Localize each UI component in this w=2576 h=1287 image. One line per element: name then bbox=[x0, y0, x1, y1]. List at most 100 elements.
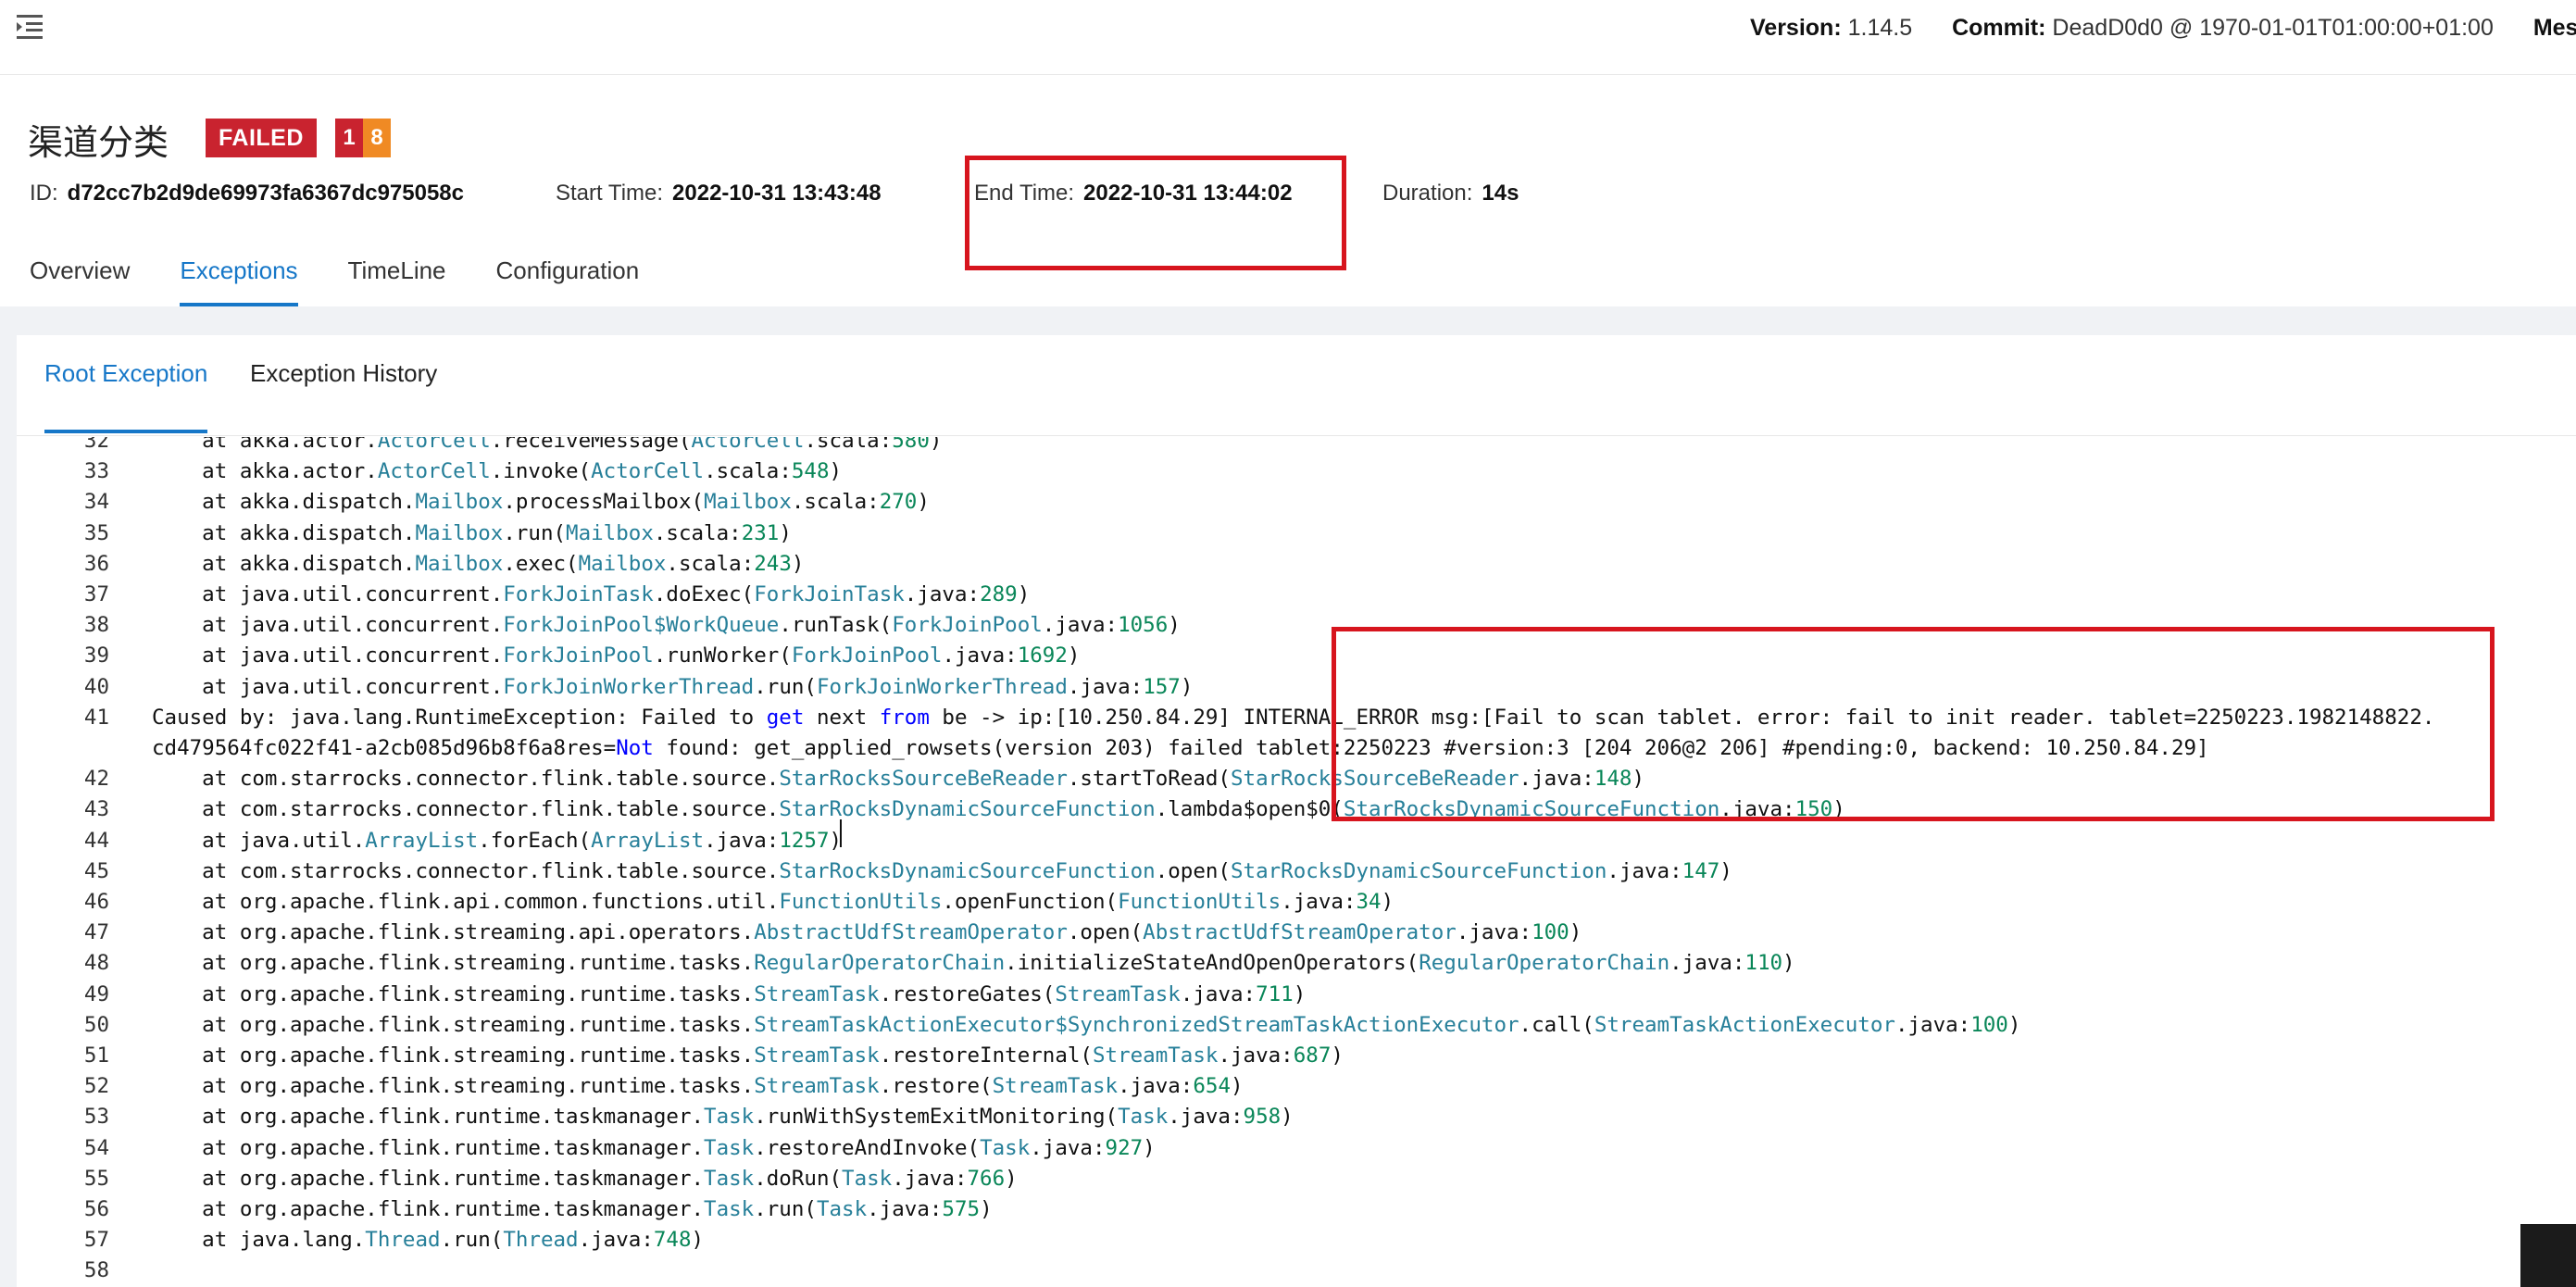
duration-label: Duration: bbox=[1382, 181, 1473, 206]
code-line: 47 at org.apache.flink.streaming.api.ope… bbox=[17, 918, 2576, 948]
code-line: 58 bbox=[17, 1256, 2576, 1286]
line-text: at org.apache.flink.runtime.taskmanager.… bbox=[152, 1197, 993, 1221]
line-number: 32 bbox=[83, 437, 109, 453]
end-time-highlight-box bbox=[965, 156, 1346, 270]
tab-root-exception[interactable]: Root Exception bbox=[44, 359, 208, 433]
id-label: ID: bbox=[30, 181, 58, 206]
code-line: 49 at org.apache.flink.streaming.runtime… bbox=[17, 980, 2576, 1010]
line-number: 58 bbox=[83, 1258, 109, 1283]
line-text: at org.apache.flink.streaming.api.operat… bbox=[152, 920, 1582, 945]
code-line: 53 at org.apache.flink.runtime.taskmanag… bbox=[17, 1102, 2576, 1132]
line-number: 35 bbox=[83, 520, 109, 545]
job-tabs: Overview Exceptions TimeLine Configurati… bbox=[30, 256, 689, 306]
line-number: 56 bbox=[83, 1197, 109, 1221]
stack-trace-editor[interactable]: 32 at akka.actor.ActorCell.receiveMessag… bbox=[17, 437, 2576, 1287]
code-line: 52 at org.apache.flink.streaming.runtime… bbox=[17, 1071, 2576, 1102]
code-line: 54 at org.apache.flink.runtime.taskmanag… bbox=[17, 1133, 2576, 1164]
line-number: 41 bbox=[83, 705, 109, 730]
line-text: at org.apache.flink.runtime.taskmanager.… bbox=[152, 1105, 1294, 1130]
line-number: 48 bbox=[83, 951, 109, 976]
text-cursor bbox=[840, 819, 842, 847]
line-number: 53 bbox=[83, 1105, 109, 1130]
failed-task-count: 1 bbox=[335, 119, 363, 157]
line-text: at org.apache.flink.runtime.taskmanager.… bbox=[152, 1166, 1018, 1191]
line-number: 45 bbox=[83, 858, 109, 883]
job-header: 渠道分类 FAILED 1 8 ID: d72cc7b2d9de69973fa63… bbox=[0, 75, 2576, 306]
code-line: 46 at org.apache.flink.api.common.functi… bbox=[17, 887, 2576, 918]
line-number: 57 bbox=[83, 1228, 109, 1253]
start-time-label: Start Time: bbox=[556, 181, 664, 206]
line-text: at org.apache.flink.streaming.runtime.ta… bbox=[152, 981, 1307, 1006]
code-line: 50 at org.apache.flink.streaming.runtime… bbox=[17, 1010, 2576, 1041]
code-line: 36 at akka.dispatch.Mailbox.exec(Mailbox… bbox=[17, 549, 2576, 580]
line-number: 44 bbox=[83, 828, 109, 853]
line-text: at akka.dispatch.Mailbox.exec(Mailbox.sc… bbox=[152, 551, 805, 576]
code-line: 35 at akka.dispatch.Mailbox.run(Mailbox.… bbox=[17, 519, 2576, 549]
line-number: 40 bbox=[83, 674, 109, 699]
line-text: at akka.dispatch.Mailbox.run(Mailbox.sca… bbox=[152, 520, 792, 545]
version-label: Version: bbox=[1750, 15, 1842, 41]
line-number: 47 bbox=[83, 920, 109, 945]
line-text: at com.starrocks.connector.flink.table.s… bbox=[152, 858, 1732, 883]
line-text: at org.apache.flink.api.common.functions… bbox=[152, 890, 1394, 914]
menu-fold-icon[interactable] bbox=[13, 9, 50, 46]
code-line: 34 at akka.dispatch.Mailbox.processMailb… bbox=[17, 487, 2576, 518]
line-text: at org.apache.flink.streaming.runtime.ta… bbox=[152, 1043, 1344, 1068]
line-number: 51 bbox=[83, 1043, 109, 1068]
code-line: 56 at org.apache.flink.runtime.taskmanag… bbox=[17, 1194, 2576, 1225]
code-line: 44 at java.util.ArrayList.forEach(ArrayL… bbox=[17, 826, 2576, 856]
message-label[interactable]: Messag bbox=[2533, 15, 2576, 41]
line-text: at java.util.concurrent.ForkJoinWorkerTh… bbox=[152, 674, 1194, 699]
line-number: 43 bbox=[83, 797, 109, 822]
tab-overview[interactable]: Overview bbox=[30, 256, 130, 306]
tab-exceptions[interactable]: Exceptions bbox=[180, 256, 298, 306]
start-time: Start Time: 2022-10-31 13:43:48 bbox=[556, 181, 882, 206]
dark-corner-overlay bbox=[2520, 1224, 2576, 1287]
error-highlight-box bbox=[1332, 627, 2495, 821]
code-line: 57 at java.lang.Thread.run(Thread.java:7… bbox=[17, 1225, 2576, 1256]
other-task-count: 8 bbox=[363, 119, 391, 157]
line-text: at org.apache.flink.streaming.runtime.ta… bbox=[152, 951, 1795, 976]
line-text: at java.util.concurrent.ForkJoinPool$Wor… bbox=[152, 613, 1181, 638]
tab-timeline[interactable]: TimeLine bbox=[348, 256, 446, 306]
line-number: 38 bbox=[83, 613, 109, 638]
id-value: d72cc7b2d9de69973fa6367dc975058c bbox=[67, 181, 465, 206]
line-number: 37 bbox=[83, 582, 109, 606]
tab-exception-history[interactable]: Exception History bbox=[250, 359, 437, 433]
line-text: at java.util.concurrent.ForkJoinPool.run… bbox=[152, 644, 1081, 668]
code-line: 45 at com.starrocks.connector.flink.tabl… bbox=[17, 856, 2576, 887]
top-bar: Version: 1.14.5 Commit: DeadD0d0 @ 1970-… bbox=[0, 0, 2576, 75]
status-badge: FAILED bbox=[206, 119, 317, 157]
line-number: 54 bbox=[83, 1135, 109, 1160]
line-number: 46 bbox=[83, 890, 109, 914]
code-line: 51 at org.apache.flink.streaming.runtime… bbox=[17, 1041, 2576, 1071]
tab-configuration[interactable]: Configuration bbox=[496, 256, 640, 306]
code-line: 33 at akka.actor.ActorCell.invoke(ActorC… bbox=[17, 456, 2576, 487]
job-title: 渠道分类 bbox=[28, 124, 169, 163]
job-id: ID: d72cc7b2d9de69973fa6367dc975058c bbox=[30, 181, 464, 206]
line-text: at akka.actor.ActorCell.receiveMessage(A… bbox=[152, 437, 943, 453]
exception-subtabs: Root Exception Exception History bbox=[17, 335, 2576, 436]
line-number: 50 bbox=[83, 1012, 109, 1037]
line-text: at java.lang.Thread.run(Thread.java:748) bbox=[152, 1228, 705, 1253]
line-text: at java.util.ArrayList.forEach(ArrayList… bbox=[152, 828, 843, 853]
code-line: 55 at org.apache.flink.runtime.taskmanag… bbox=[17, 1164, 2576, 1194]
start-time-value: 2022-10-31 13:43:48 bbox=[672, 181, 882, 206]
line-text: at org.apache.flink.streaming.runtime.ta… bbox=[152, 1074, 1244, 1099]
code-line: 48 at org.apache.flink.streaming.runtime… bbox=[17, 948, 2576, 979]
build-info: Version: 1.14.5 Commit: DeadD0d0 @ 1970-… bbox=[1750, 15, 2576, 42]
line-text: at akka.dispatch.Mailbox.processMailbox(… bbox=[152, 490, 930, 515]
duration: Duration: 14s bbox=[1382, 181, 1519, 206]
line-text: at org.apache.flink.streaming.runtime.ta… bbox=[152, 1012, 2021, 1037]
line-number: 52 bbox=[83, 1074, 109, 1099]
commit-label: Commit: bbox=[1952, 15, 2046, 41]
line-number: 42 bbox=[83, 767, 109, 792]
code-line: 32 at akka.actor.ActorCell.receiveMessag… bbox=[17, 437, 2576, 456]
line-number: 49 bbox=[83, 981, 109, 1006]
task-count-badges: 1 8 bbox=[335, 119, 391, 157]
line-number: 39 bbox=[83, 644, 109, 668]
line-number: 55 bbox=[83, 1166, 109, 1191]
line-text: at java.util.concurrent.ForkJoinTask.doE… bbox=[152, 582, 1031, 606]
duration-value: 14s bbox=[1482, 181, 1519, 206]
commit-value: DeadD0d0 @ 1970-01-01T01:00:00+01:00 bbox=[2052, 15, 2494, 41]
